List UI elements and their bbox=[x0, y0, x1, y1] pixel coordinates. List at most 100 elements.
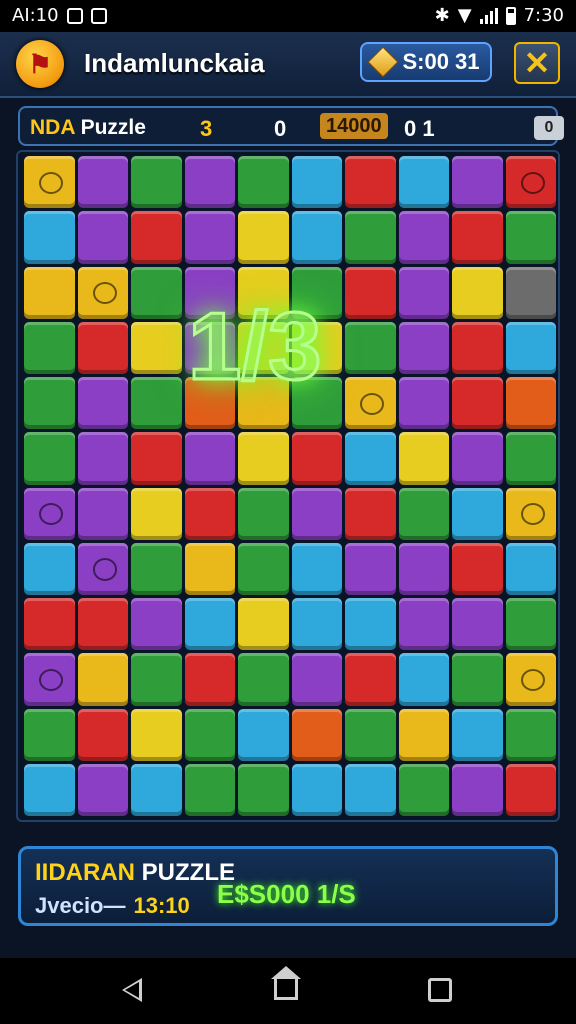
puzzle-piece[interactable] bbox=[505, 653, 556, 706]
puzzle-piece[interactable] bbox=[131, 598, 182, 651]
puzzle-piece[interactable] bbox=[398, 211, 449, 264]
puzzle-piece[interactable] bbox=[398, 598, 449, 651]
puzzle-piece[interactable] bbox=[77, 542, 128, 595]
puzzle-piece[interactable] bbox=[24, 432, 75, 485]
puzzle-piece[interactable] bbox=[452, 542, 503, 595]
puzzle-piece[interactable] bbox=[131, 763, 182, 816]
puzzle-piece[interactable] bbox=[24, 266, 75, 319]
logo-badge-icon[interactable]: ⚑ bbox=[16, 40, 64, 88]
coin-balance-button[interactable]: S:00 31 bbox=[360, 42, 492, 82]
puzzle-piece[interactable] bbox=[345, 653, 396, 706]
puzzle-piece[interactable] bbox=[345, 266, 396, 319]
puzzle-piece[interactable] bbox=[77, 211, 128, 264]
puzzle-piece[interactable] bbox=[398, 653, 449, 706]
puzzle-piece[interactable] bbox=[505, 156, 556, 209]
puzzle-piece[interactable] bbox=[505, 266, 556, 319]
puzzle-piece[interactable] bbox=[131, 321, 182, 374]
puzzle-piece[interactable] bbox=[345, 598, 396, 651]
puzzle-piece[interactable] bbox=[452, 377, 503, 430]
puzzle-piece[interactable] bbox=[24, 653, 75, 706]
puzzle-piece[interactable] bbox=[398, 542, 449, 595]
puzzle-piece[interactable] bbox=[291, 156, 342, 209]
puzzle-piece[interactable] bbox=[184, 156, 235, 209]
puzzle-piece[interactable] bbox=[24, 542, 75, 595]
puzzle-piece[interactable] bbox=[345, 487, 396, 540]
puzzle-piece[interactable] bbox=[345, 542, 396, 595]
puzzle-piece[interactable] bbox=[238, 487, 289, 540]
puzzle-piece[interactable] bbox=[184, 487, 235, 540]
puzzle-piece[interactable] bbox=[238, 598, 289, 651]
puzzle-piece[interactable] bbox=[452, 487, 503, 540]
puzzle-piece[interactable] bbox=[505, 763, 556, 816]
puzzle-piece[interactable] bbox=[398, 266, 449, 319]
puzzle-piece[interactable] bbox=[77, 377, 128, 430]
puzzle-piece[interactable] bbox=[184, 598, 235, 651]
puzzle-piece[interactable] bbox=[77, 266, 128, 319]
home-icon[interactable] bbox=[271, 966, 301, 1000]
puzzle-piece[interactable] bbox=[131, 377, 182, 430]
puzzle-piece[interactable] bbox=[77, 653, 128, 706]
puzzle-piece[interactable] bbox=[291, 487, 342, 540]
puzzle-piece[interactable] bbox=[24, 156, 75, 209]
puzzle-piece[interactable] bbox=[291, 211, 342, 264]
puzzle-piece[interactable] bbox=[238, 542, 289, 595]
puzzle-piece[interactable] bbox=[238, 763, 289, 816]
recent-apps-icon[interactable] bbox=[428, 978, 452, 1002]
puzzle-piece[interactable] bbox=[131, 266, 182, 319]
puzzle-piece[interactable] bbox=[238, 708, 289, 761]
puzzle-piece[interactable] bbox=[291, 763, 342, 816]
puzzle-piece[interactable] bbox=[184, 542, 235, 595]
puzzle-piece[interactable] bbox=[131, 211, 182, 264]
puzzle-piece[interactable] bbox=[505, 432, 556, 485]
puzzle-piece[interactable] bbox=[398, 487, 449, 540]
puzzle-piece[interactable] bbox=[505, 211, 556, 264]
puzzle-piece[interactable] bbox=[505, 708, 556, 761]
puzzle-piece[interactable] bbox=[345, 377, 396, 430]
puzzle-piece[interactable] bbox=[452, 763, 503, 816]
puzzle-piece[interactable] bbox=[345, 156, 396, 209]
puzzle-piece[interactable] bbox=[24, 211, 75, 264]
puzzle-piece[interactable] bbox=[505, 321, 556, 374]
back-triangle-icon[interactable] bbox=[122, 978, 142, 1002]
puzzle-piece[interactable] bbox=[345, 211, 396, 264]
puzzle-piece[interactable] bbox=[184, 432, 235, 485]
puzzle-piece[interactable] bbox=[291, 432, 342, 485]
puzzle-piece[interactable] bbox=[345, 432, 396, 485]
puzzle-piece[interactable] bbox=[398, 763, 449, 816]
puzzle-piece[interactable] bbox=[345, 321, 396, 374]
puzzle-piece[interactable] bbox=[24, 321, 75, 374]
puzzle-piece[interactable] bbox=[345, 708, 396, 761]
puzzle-piece[interactable] bbox=[291, 653, 342, 706]
puzzle-piece[interactable] bbox=[131, 542, 182, 595]
puzzle-piece[interactable] bbox=[452, 211, 503, 264]
puzzle-piece[interactable] bbox=[505, 542, 556, 595]
puzzle-piece[interactable] bbox=[77, 708, 128, 761]
puzzle-piece[interactable] bbox=[452, 598, 503, 651]
puzzle-piece[interactable] bbox=[505, 377, 556, 430]
puzzle-piece[interactable] bbox=[184, 708, 235, 761]
puzzle-piece[interactable] bbox=[77, 321, 128, 374]
puzzle-piece[interactable] bbox=[24, 708, 75, 761]
puzzle-piece[interactable] bbox=[131, 432, 182, 485]
puzzle-piece[interactable] bbox=[452, 708, 503, 761]
puzzle-piece[interactable] bbox=[77, 487, 128, 540]
puzzle-piece[interactable] bbox=[398, 156, 449, 209]
puzzle-piece[interactable] bbox=[505, 487, 556, 540]
close-button[interactable]: ✕ bbox=[514, 42, 560, 84]
puzzle-piece[interactable] bbox=[77, 432, 128, 485]
puzzle-piece[interactable] bbox=[291, 708, 342, 761]
puzzle-piece[interactable] bbox=[131, 653, 182, 706]
puzzle-piece[interactable] bbox=[452, 156, 503, 209]
puzzle-piece[interactable] bbox=[345, 763, 396, 816]
puzzle-piece[interactable] bbox=[24, 377, 75, 430]
puzzle-piece[interactable] bbox=[238, 653, 289, 706]
pause-button[interactable]: 0 bbox=[534, 116, 564, 140]
puzzle-piece[interactable] bbox=[505, 598, 556, 651]
puzzle-piece[interactable] bbox=[131, 156, 182, 209]
puzzle-piece[interactable] bbox=[238, 211, 289, 264]
puzzle-piece[interactable] bbox=[398, 708, 449, 761]
puzzle-piece[interactable] bbox=[291, 542, 342, 595]
puzzle-piece[interactable] bbox=[184, 211, 235, 264]
puzzle-piece[interactable] bbox=[131, 487, 182, 540]
puzzle-piece[interactable] bbox=[238, 432, 289, 485]
